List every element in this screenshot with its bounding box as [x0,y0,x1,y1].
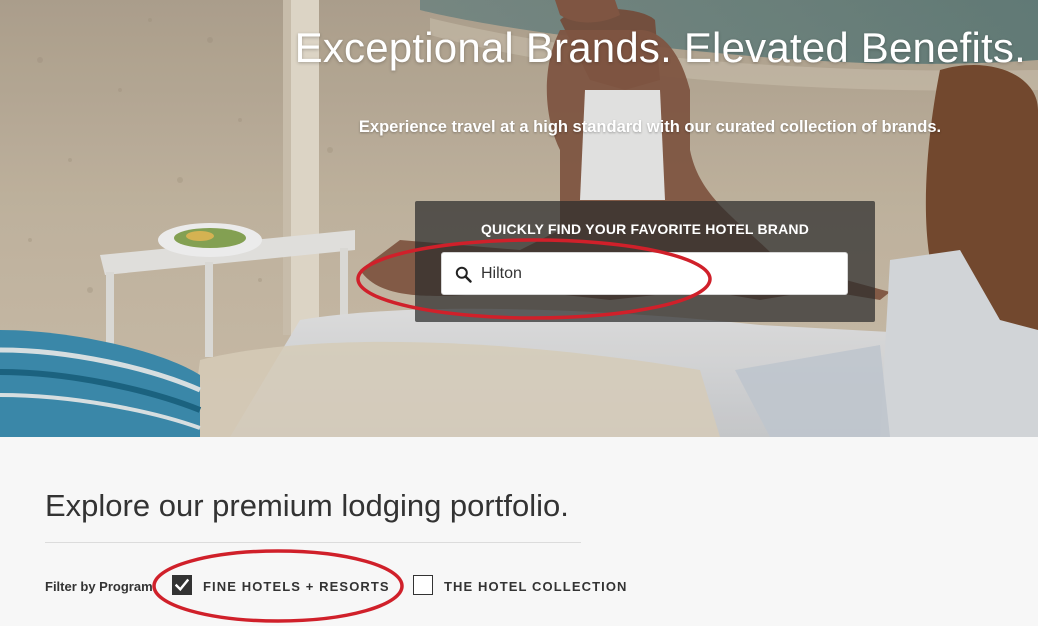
fine-hotels-resorts-checkbox[interactable] [172,575,192,595]
hero-banner: Exceptional Brands. Elevated Benefits. E… [0,0,1038,437]
hotel-collection-checkbox[interactable] [413,575,433,595]
brand-search-box[interactable] [441,252,848,295]
checkmark-icon [175,578,189,592]
hotel-collection-label: THE HOTEL COLLECTION [444,579,628,594]
fine-hotels-resorts-label: FINE HOTELS + RESORTS [203,579,390,594]
brand-search-panel: QUICKLY FIND YOUR FAVORITE HOTEL BRAND [415,201,875,322]
search-panel-heading: QUICKLY FIND YOUR FAVORITE HOTEL BRAND [480,221,810,237]
hero-subtitle: Experience travel at a high standard wit… [358,118,942,136]
filter-label: Filter by Program [45,579,153,594]
brand-search-input[interactable] [481,253,841,294]
section-divider [45,542,581,543]
hero-title: Exceptional Brands. Elevated Benefits. [294,24,1026,71]
search-icon [455,266,472,283]
portfolio-heading: Explore our premium lodging portfolio. [45,488,569,523]
